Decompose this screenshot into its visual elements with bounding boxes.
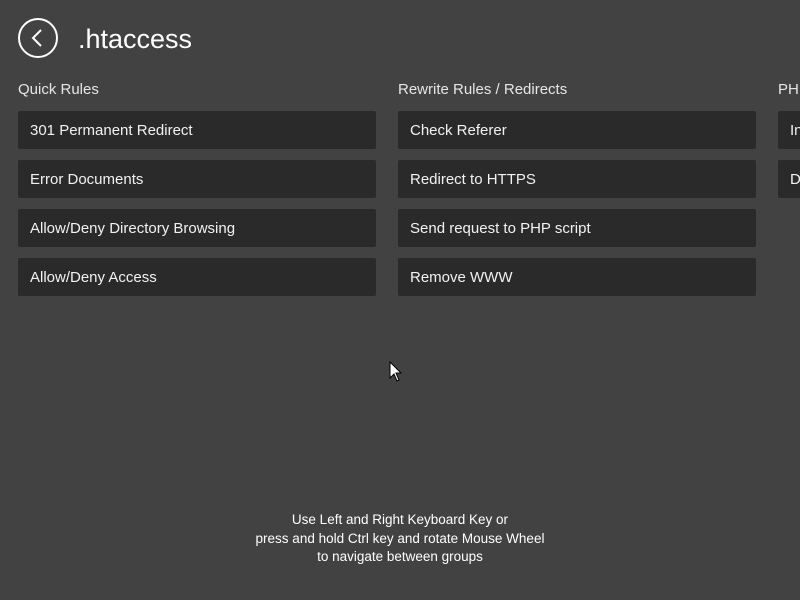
- mouse-cursor-icon: [389, 361, 403, 382]
- group-quick-rules: Quick Rules 301 Permanent Redirect Error…: [18, 80, 376, 307]
- tile-send-request-to-php-script[interactable]: Send request to PHP script: [398, 209, 756, 247]
- tile-php-item-1[interactable]: In: [778, 111, 800, 149]
- hint-line-2: press and hold Ctrl key and rotate Mouse…: [255, 530, 545, 546]
- group-header-rewrite-rules[interactable]: Rewrite Rules / Redirects: [398, 80, 756, 100]
- group-header-php[interactable]: PHP: [778, 80, 800, 100]
- tile-allow-deny-access[interactable]: Allow/Deny Access: [18, 258, 376, 296]
- tile-allow-deny-directory-browsing[interactable]: Allow/Deny Directory Browsing: [18, 209, 376, 247]
- back-button[interactable]: [18, 18, 58, 58]
- tile-301-permanent-redirect[interactable]: 301 Permanent Redirect: [18, 111, 376, 149]
- page-title: .htaccess: [78, 24, 193, 54]
- hint-line-1: Use Left and Right Keyboard Key or: [291, 512, 509, 527]
- tile-php-item-2[interactable]: D: [778, 160, 800, 198]
- tile-redirect-to-https[interactable]: Redirect to HTTPS: [398, 160, 756, 198]
- tile-check-referer[interactable]: Check Referer: [398, 111, 756, 149]
- chevron-left-icon: [31, 29, 42, 47]
- htaccess-page: .htaccess Quick Rules 301 Permanent Redi…: [0, 0, 800, 600]
- navigation-hint: Use Left and Right Keyboard Key or press…: [0, 511, 800, 567]
- tile-error-documents[interactable]: Error Documents: [18, 160, 376, 198]
- group-rewrite-rules: Rewrite Rules / Redirects Check Referer …: [398, 80, 756, 307]
- group-php: PHP In D: [778, 80, 800, 209]
- group-header-quick-rules[interactable]: Quick Rules: [18, 80, 376, 100]
- hint-line-3: to navigate between groups: [317, 549, 483, 564]
- tile-remove-www[interactable]: Remove WWW: [398, 258, 756, 296]
